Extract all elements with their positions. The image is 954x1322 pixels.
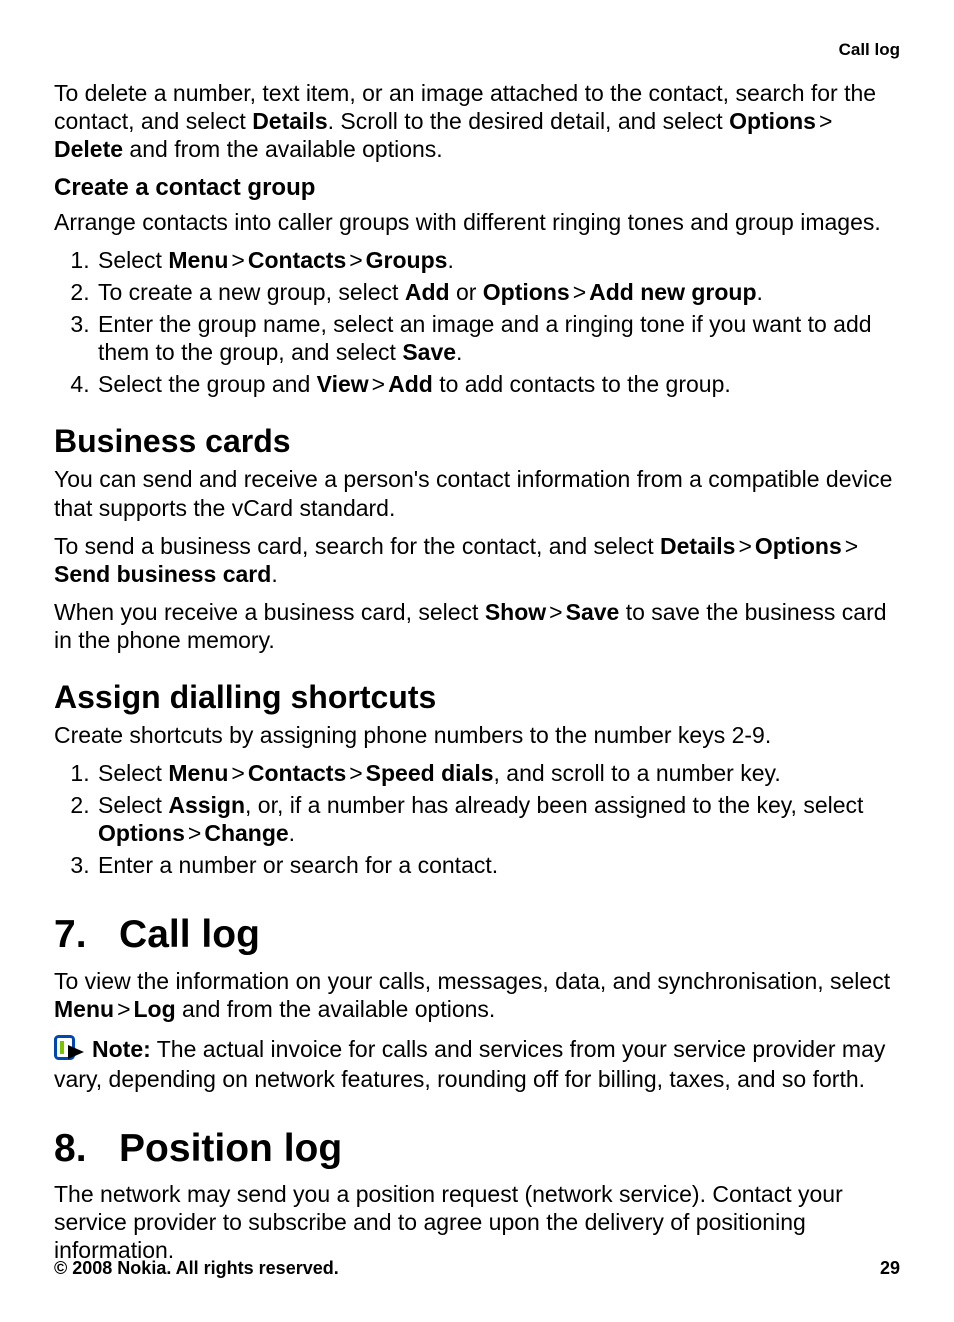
change-label: Change xyxy=(204,820,288,846)
running-header: Call log xyxy=(54,40,900,61)
text: . xyxy=(757,279,763,305)
text: Enter the group name, select an image an… xyxy=(98,311,872,365)
dialling-steps: Select Menu>Contacts>Speed dials, and sc… xyxy=(54,759,900,879)
call-log-heading: 7. Call log xyxy=(54,911,900,959)
options-label: Options xyxy=(729,108,816,134)
note-label: Note: xyxy=(92,1036,151,1062)
list-item: To create a new group, select Add or Opt… xyxy=(96,278,900,306)
page-number: 29 xyxy=(880,1258,900,1280)
business-cards-p2: To send a business card, search for the … xyxy=(54,532,900,588)
path-separator: > xyxy=(842,532,861,560)
note-block: Note: The actual invoice for calls and s… xyxy=(54,1035,900,1093)
speed-dials-label: Speed dials xyxy=(366,760,494,786)
show-label: Show xyxy=(485,599,546,625)
add-label: Add xyxy=(388,371,433,397)
text: , or, if a number has already been assig… xyxy=(245,792,863,818)
note-text: The actual invoice for calls and service… xyxy=(54,1036,885,1092)
create-group-intro: Arrange contacts into caller groups with… xyxy=(54,208,900,236)
menu-label: Menu xyxy=(168,247,228,273)
create-group-steps: Select Menu>Contacts>Groups. To create a… xyxy=(54,246,900,398)
text: . xyxy=(289,820,295,846)
text: . xyxy=(447,247,453,273)
chapter-title: Call log xyxy=(119,913,260,956)
copyright: © 2008 Nokia. All rights reserved. xyxy=(54,1258,339,1280)
text: . Scroll to the desired detail, and sele… xyxy=(328,108,729,134)
save-label: Save xyxy=(566,599,620,625)
text: Select xyxy=(98,247,168,273)
groups-label: Groups xyxy=(366,247,448,273)
list-item: Enter the group name, select an image an… xyxy=(96,310,900,366)
path-separator: > xyxy=(185,819,204,847)
page: Call log To delete a number, text item, … xyxy=(0,0,954,1322)
text: To create a new group, select xyxy=(98,279,405,305)
text: and from the available options. xyxy=(176,996,496,1022)
text: or xyxy=(450,279,483,305)
call-log-p1: To view the information on your calls, m… xyxy=(54,967,900,1023)
text: Select the group and xyxy=(98,371,317,397)
path-separator: > xyxy=(114,995,133,1023)
business-cards-p1: You can send and receive a person's cont… xyxy=(54,465,900,521)
list-item: Select the group and View>Add to add con… xyxy=(96,370,900,398)
view-label: View xyxy=(317,371,369,397)
path-separator: > xyxy=(570,278,589,306)
business-cards-heading: Business cards xyxy=(54,422,900,461)
delete-detail-paragraph: To delete a number, text item, or an ima… xyxy=(54,79,900,163)
list-item: Select Menu>Contacts>Groups. xyxy=(96,246,900,274)
text: Select xyxy=(98,760,168,786)
path-separator: > xyxy=(346,246,365,274)
contacts-label: Contacts xyxy=(248,760,346,786)
list-item: Select Assign, or, if a number has alrea… xyxy=(96,791,900,847)
menu-label: Menu xyxy=(168,760,228,786)
chapter-title: Position log xyxy=(119,1127,342,1170)
path-separator: > xyxy=(346,759,365,787)
path-separator: > xyxy=(546,598,565,626)
text: . xyxy=(271,561,277,587)
dialling-intro: Create shortcuts by assigning phone numb… xyxy=(54,721,900,749)
options-label: Options xyxy=(755,533,842,559)
page-footer: © 2008 Nokia. All rights reserved. 29 xyxy=(54,1258,900,1280)
path-separator: > xyxy=(228,759,247,787)
log-label: Log xyxy=(134,996,176,1022)
details-label: Details xyxy=(660,533,735,559)
text: Select xyxy=(98,792,168,818)
list-item: Enter a number or search for a contact. xyxy=(96,851,900,879)
delete-label: Delete xyxy=(54,136,123,162)
dialling-heading: Assign dialling shortcuts xyxy=(54,678,900,717)
position-log-p1: The network may send you a position requ… xyxy=(54,1180,900,1264)
path-separator: > xyxy=(228,246,247,274)
send-business-card-label: Send business card xyxy=(54,561,271,587)
position-log-heading: 8. Position log xyxy=(54,1125,900,1173)
chapter-number: 7. xyxy=(54,913,87,956)
text: . xyxy=(456,339,462,365)
text: Enter a number or search for a contact. xyxy=(98,852,498,878)
text: and from the available options. xyxy=(123,136,443,162)
text: To view the information on your calls, m… xyxy=(54,968,890,994)
add-new-group-label: Add new group xyxy=(589,279,756,305)
text: To send a business card, search for the … xyxy=(54,533,660,559)
create-group-heading: Create a contact group xyxy=(54,173,900,202)
text: When you receive a business card, select xyxy=(54,599,485,625)
text: to add contacts to the group. xyxy=(433,371,731,397)
list-item: Select Menu>Contacts>Speed dials, and sc… xyxy=(96,759,900,787)
options-label: Options xyxy=(98,820,185,846)
assign-label: Assign xyxy=(168,792,245,818)
text: , and scroll to a number key. xyxy=(494,760,781,786)
note-icon xyxy=(54,1035,88,1065)
path-separator: > xyxy=(816,107,835,135)
menu-label: Menu xyxy=(54,996,114,1022)
path-separator: > xyxy=(369,370,388,398)
path-separator: > xyxy=(735,532,754,560)
add-label: Add xyxy=(405,279,450,305)
chapter-number: 8. xyxy=(54,1127,87,1170)
options-label: Options xyxy=(483,279,570,305)
business-cards-p3: When you receive a business card, select… xyxy=(54,598,900,654)
save-label: Save xyxy=(402,339,456,365)
details-label: Details xyxy=(252,108,327,134)
contacts-label: Contacts xyxy=(248,247,346,273)
